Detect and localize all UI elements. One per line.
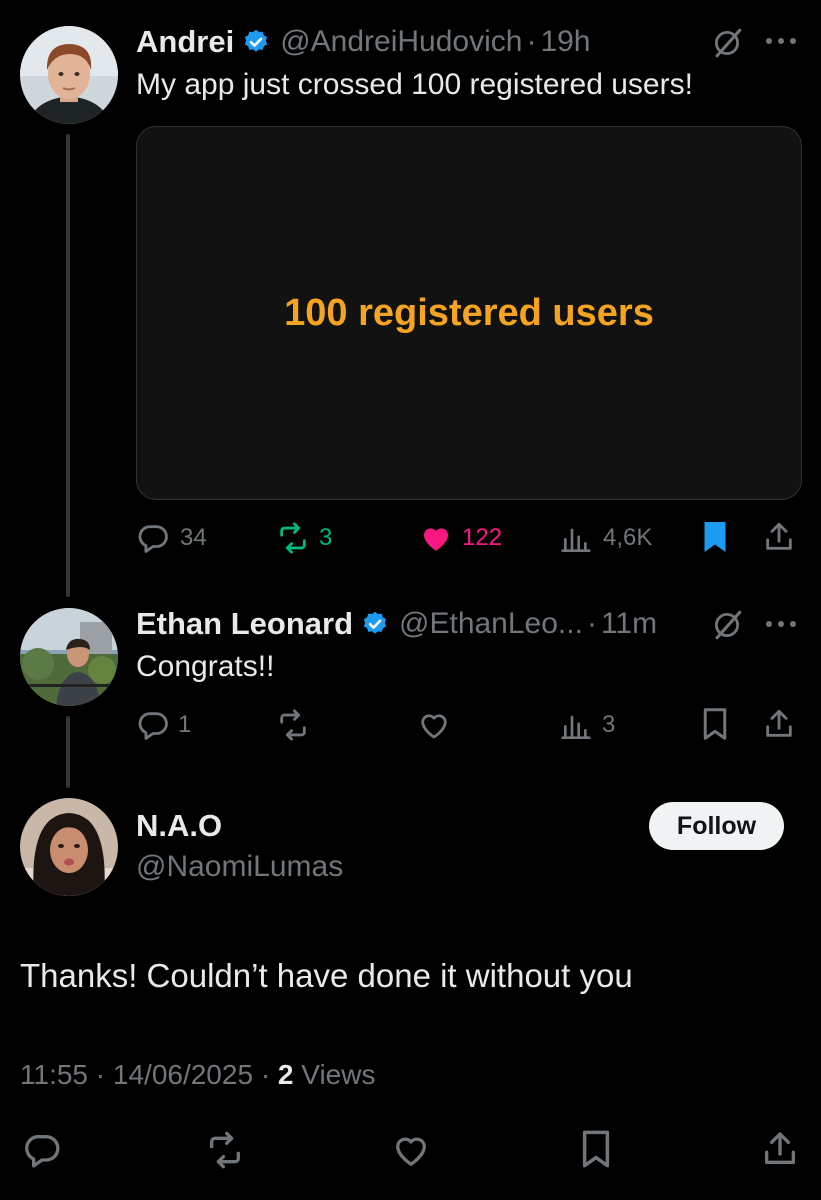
reply-icon[interactable]: [136, 521, 170, 555]
post-text: Congrats!!: [136, 650, 275, 683]
grok-icon[interactable]: [710, 608, 744, 642]
thread-line: [66, 716, 70, 788]
separator: ·: [586, 607, 597, 640]
author-handle[interactable]: @NaomiLumas: [136, 850, 343, 884]
reply-icon[interactable]: [136, 708, 170, 742]
like-icon[interactable]: [418, 521, 454, 555]
post-time[interactable]: 11:55: [20, 1059, 88, 1090]
repost-icon[interactable]: [275, 708, 311, 742]
post-date[interactable]: 14/06/2025: [113, 1059, 253, 1090]
author-name[interactable]: N.A.O: [136, 808, 222, 844]
reply-count: 34: [180, 524, 207, 551]
reply-count: 1: [178, 711, 192, 738]
media-text: 100 registered users: [284, 291, 654, 334]
share-icon[interactable]: [760, 1128, 800, 1170]
post-text: My app just crossed 100 registered users…: [136, 68, 693, 101]
like-icon[interactable]: [416, 708, 452, 742]
separator: ·: [260, 1059, 271, 1090]
verified-icon: [242, 28, 270, 56]
post-header: Ethan Leonard @EthanLeo... · 11m: [136, 604, 657, 644]
post-time[interactable]: 11m: [601, 607, 657, 641]
grok-icon[interactable]: [710, 26, 744, 60]
share-icon[interactable]: [762, 706, 796, 742]
bookmark-icon[interactable]: [578, 1128, 614, 1170]
repost-icon[interactable]: [275, 521, 311, 555]
thread-line: [66, 134, 70, 597]
views-count: 2: [277, 1059, 294, 1090]
author-handle[interactable]: @EthanLeo...: [399, 607, 583, 641]
like-icon[interactable]: [390, 1130, 432, 1170]
more-icon[interactable]: [764, 619, 798, 629]
post-media[interactable]: 100 registered users: [136, 126, 802, 500]
avatar[interactable]: [20, 26, 118, 124]
author-name[interactable]: Andrei: [136, 24, 234, 60]
avatar[interactable]: [20, 608, 118, 706]
post-time[interactable]: 19h: [540, 25, 590, 59]
follow-button[interactable]: Follow: [649, 802, 784, 850]
share-icon[interactable]: [762, 519, 796, 555]
post-text: Thanks! Couldn’t have done it without yo…: [20, 957, 633, 994]
reply-icon[interactable]: [22, 1130, 62, 1170]
author-handle[interactable]: @AndreiHudovich: [280, 25, 522, 59]
views-icon[interactable]: [560, 521, 592, 555]
author-name[interactable]: Ethan Leonard: [136, 606, 353, 642]
more-icon[interactable]: [764, 36, 798, 46]
avatar[interactable]: [20, 798, 118, 896]
post-header: Andrei @AndreiHudovich · 19h: [136, 22, 591, 62]
separator: ·: [95, 1059, 106, 1090]
repost-icon[interactable]: [204, 1130, 246, 1170]
views-label[interactable]: Views: [301, 1059, 375, 1090]
views-count: 4,6K: [603, 524, 653, 551]
views-icon[interactable]: [560, 708, 592, 742]
separator: ·: [526, 25, 537, 58]
verified-icon: [361, 610, 389, 638]
bookmark-icon[interactable]: [700, 706, 730, 742]
bookmark-icon[interactable]: [700, 519, 730, 555]
like-count: 122: [462, 524, 503, 551]
repost-count: 3: [319, 524, 333, 551]
post-meta: 11:55 · 14/06/2025 · 2 Views: [20, 1059, 375, 1091]
views-count: 3: [602, 711, 616, 738]
